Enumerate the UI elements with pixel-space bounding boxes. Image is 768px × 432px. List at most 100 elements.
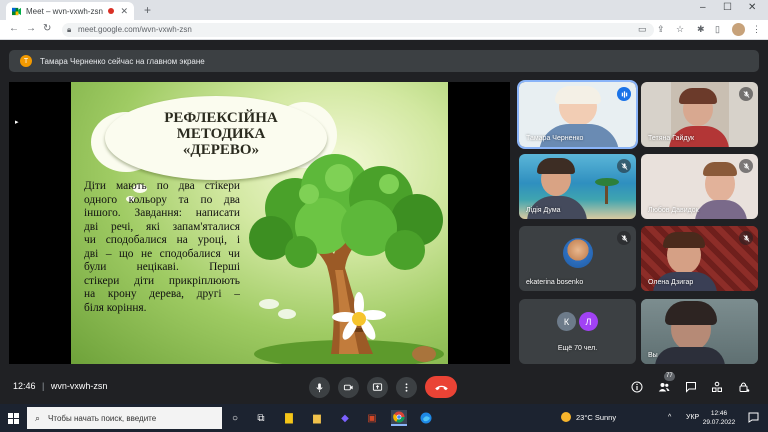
meeting-details-button[interactable]	[630, 380, 644, 394]
speaking-indicator-icon	[617, 87, 631, 101]
meet-favicon-icon	[12, 7, 21, 16]
people-icon	[658, 383, 670, 392]
tab-close-icon[interactable]: ✕	[120, 6, 128, 17]
maximize-button[interactable]: ☐	[723, 2, 732, 13]
mic-muted-icon	[739, 87, 753, 101]
camera-icon	[343, 384, 353, 391]
participant-tile-self[interactable]: Вы	[641, 299, 758, 364]
participant-name: Вы	[648, 352, 658, 359]
meeting-time-and-code: 12:46 | wvn-vxwh-zsn	[13, 381, 108, 391]
notifications-icon[interactable]	[748, 412, 759, 423]
chrome-icon[interactable]	[391, 410, 407, 426]
weather-widget[interactable]: 23°C Sunny	[561, 412, 616, 422]
bookmark-star-icon[interactable]: ☆	[676, 24, 684, 35]
close-window-button[interactable]: ✕	[748, 2, 756, 13]
camera-button[interactable]	[338, 377, 359, 398]
microphone-button[interactable]	[309, 377, 330, 398]
forward-icon[interactable]: →	[26, 23, 36, 34]
slide-title-line: РЕФЛЕКСІЙНА	[164, 110, 278, 126]
mic-muted-icon	[739, 231, 753, 245]
participant-name: Любов Давидок	[648, 207, 699, 214]
new-tab-button[interactable]: +	[144, 3, 151, 17]
info-icon	[631, 381, 643, 393]
present-screen-icon	[372, 383, 383, 391]
presenting-banner: Т Тамара Черненко сейчас на главном экра…	[9, 50, 759, 72]
clock-date: 29.07.2022	[702, 419, 736, 426]
participant-tile-tetiana[interactable]: Тетяна Гайдук	[641, 82, 758, 147]
chat-button[interactable]	[684, 380, 698, 394]
slide-title-line: МЕТОДИКА	[176, 126, 266, 142]
profile-avatar[interactable]	[732, 23, 745, 36]
reload-icon[interactable]: ↻	[43, 23, 51, 34]
file-explorer-icon[interactable]: ▇	[281, 410, 297, 426]
participant-avatar: Л	[579, 312, 598, 331]
windows-start-icon[interactable]	[8, 413, 19, 424]
lock-icon: 🔒︎	[67, 25, 72, 34]
presenter-avatar: Т	[20, 55, 32, 67]
tray-overflow-icon[interactable]: ^	[668, 414, 671, 421]
edge-icon[interactable]	[418, 410, 434, 426]
participant-tile-tamara[interactable]: Тамара Черненко	[517, 80, 638, 149]
folder-icon[interactable]: ▆	[309, 410, 325, 426]
taskbar-clock[interactable]: 12:46 29.07.2022	[702, 409, 736, 427]
participant-avatar	[563, 238, 593, 268]
meeting-code: wvn-vxwh-zsn	[50, 381, 108, 391]
presenting-banner-text: Тамара Черненко сейчас на главном экране	[40, 56, 205, 66]
office-app-icon[interactable]: ▣	[364, 410, 380, 426]
camera-in-use-icon[interactable]: ▭	[638, 24, 647, 35]
participant-name: Олена Дзигар	[648, 279, 694, 286]
share-icon[interactable]: ⇪	[657, 24, 665, 35]
taskbar-search-box[interactable]: ⌕ Чтобы начать поиск, введите	[27, 407, 222, 429]
slide-body-line: чи сподобалися на уроці, і	[84, 234, 240, 246]
task-view-icon[interactable]: ⧉	[253, 410, 269, 426]
sidebar-icon[interactable]: ▯	[715, 24, 720, 35]
lock-person-icon	[739, 382, 750, 392]
slide-body-line: одного кольору та по два	[84, 193, 240, 206]
participant-name: Лідія Дума	[526, 207, 561, 214]
slide-body-line: біля коріння.	[84, 301, 147, 314]
browser-toolbar: ← → ↻ 🔒︎ meet.google.com/wvn-vxwh-zsn ▭ …	[0, 20, 768, 40]
participant-name: Тетяна Гайдук	[648, 135, 695, 142]
url-text: meet.google.com/wvn-vxwh-zsn	[78, 25, 192, 34]
more-options-button[interactable]	[396, 377, 417, 398]
pointer-cursor-icon: ▸	[15, 119, 19, 126]
more-participants-label: Ещё 70 чел.	[557, 345, 598, 352]
participant-tile-liubov[interactable]: Любов Давидок	[641, 154, 758, 219]
presentation-slide: РЕФЛЕКСІЙНА МЕТОДИКА «ДЕРЕВО» Діти мають…	[71, 82, 448, 364]
present-screen-button[interactable]	[367, 377, 388, 398]
slide-title: РЕФЛЕКСІЙНА МЕТОДИКА «ДЕРЕВО»	[131, 110, 311, 158]
address-bar[interactable]: 🔒︎ meet.google.com/wvn-vxwh-zsn	[62, 23, 654, 37]
slide-body-line: іншого. Завдання: написати	[84, 207, 240, 219]
slide-body-text: Діти мають по два стікери одного кольору…	[84, 180, 240, 315]
browser-menu-icon[interactable]: ⋮	[752, 24, 761, 35]
participant-name: ekaterina bosenko	[526, 279, 584, 286]
weather-text: 23°C Sunny	[576, 412, 617, 422]
browser-tab-strip: Meet – wvn-vxwh-zsn ✕ + – ☐ ✕	[0, 0, 768, 20]
app-icon[interactable]: ◆	[337, 410, 353, 426]
slide-body-line: стікери діти прикріплюють	[84, 274, 240, 287]
cartoon-tree-illustration	[249, 154, 444, 364]
participant-tile-more[interactable]: К Л Ещё 70 чел.	[519, 299, 636, 364]
mic-muted-icon	[739, 159, 753, 173]
back-icon[interactable]: ←	[9, 23, 19, 34]
participant-tile-lidiia[interactable]: Лідія Дума	[519, 154, 636, 219]
extensions-icon[interactable]: ✱	[697, 24, 705, 35]
participant-tile-ekaterina[interactable]: ekaterina bosenko	[519, 226, 636, 291]
minimize-button[interactable]: –	[700, 2, 706, 13]
slide-body-line: дві – що не сподобалися чи	[84, 247, 240, 260]
slide-body-line: Діти мають по два стікери	[84, 180, 240, 192]
chat-icon	[686, 382, 696, 393]
participant-name: Тамара Черненко	[526, 135, 584, 142]
people-button[interactable]	[657, 380, 671, 394]
end-call-button[interactable]	[425, 376, 457, 398]
cortana-icon[interactable]: ○	[227, 410, 243, 426]
participant-avatar: К	[557, 312, 576, 331]
microphone-icon	[316, 383, 323, 393]
activities-button[interactable]	[710, 380, 724, 394]
participant-tile-olena[interactable]: Олена Дзигар	[641, 226, 758, 291]
language-indicator[interactable]: УКР	[686, 414, 699, 421]
slide-body-line: на крону дерева, другі –	[84, 288, 240, 300]
host-controls-button[interactable]	[737, 380, 751, 394]
slide-body-line: дві речі, які запам'яталися	[84, 220, 240, 233]
browser-tab[interactable]: Meet – wvn-vxwh-zsn ✕	[6, 2, 134, 20]
